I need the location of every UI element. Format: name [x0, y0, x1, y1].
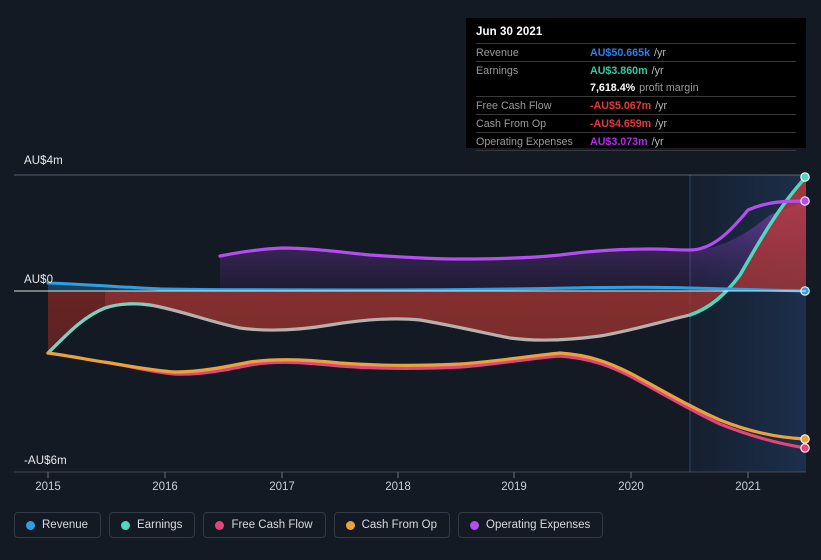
- y-axis-label-top: AU$4m: [24, 155, 63, 167]
- x-axis-label-2021: 2021: [735, 481, 761, 493]
- tooltip-value-free-cash-flow: -AU$5.067m: [590, 99, 652, 112]
- y-axis-label-bottom: -AU$6m: [24, 455, 67, 467]
- endpoint-operating-expenses: [800, 196, 810, 206]
- data-tooltip: Jun 30 2021 Revenue AU$50.665k /yr Earni…: [466, 18, 806, 151]
- tooltip-row-earnings: Earnings AU$3.860m /yr: [476, 61, 796, 79]
- legend-label-operating-expenses: Operating Expenses: [486, 519, 591, 531]
- legend-dot-icon-cash-from-op: [345, 520, 355, 530]
- x-axis-label-2019: 2019: [501, 481, 527, 493]
- financial-chart: AU$4m AU$0 -AU$6m 2015 2016 2017 2018 20…: [0, 0, 821, 560]
- legend-item-free-cash-flow[interactable]: Free Cash Flow: [203, 512, 326, 538]
- legend-dot-icon-earnings: [121, 520, 131, 530]
- tooltip-label-cash-from-op: Cash From Op: [476, 117, 547, 130]
- tooltip-label-free-cash-flow: Free Cash Flow: [476, 99, 552, 112]
- tooltip-row-revenue: Revenue AU$50.665k /yr: [476, 43, 796, 61]
- tooltip-date: Jun 30 2021: [476, 26, 543, 38]
- chart-legend: Revenue Earnings Free Cash Flow Cash Fro…: [14, 512, 604, 538]
- x-axis-labels: 2015 2016 2017 2018 2019 2020 2021: [0, 481, 821, 499]
- tooltip-value-profit-margin: 7,618.4%: [590, 81, 636, 94]
- x-axis-label-2016: 2016: [152, 481, 178, 493]
- legend-label-free-cash-flow: Free Cash Flow: [231, 519, 313, 531]
- legend-item-operating-expenses[interactable]: Operating Expenses: [458, 512, 604, 538]
- tooltip-value-earnings: AU$3.860m: [590, 64, 648, 77]
- legend-item-earnings[interactable]: Earnings: [109, 512, 196, 538]
- tooltip-value-revenue: AU$50.665k: [590, 46, 651, 59]
- endpoint-earnings: [800, 172, 810, 182]
- legend-label-revenue: Revenue: [42, 519, 89, 531]
- endpoint-cash-from-op: [800, 434, 810, 444]
- tooltip-unit-operating-expenses: /yr: [651, 135, 664, 148]
- tooltip-unit-cash-from-op: /yr: [655, 117, 668, 130]
- legend-item-revenue[interactable]: Revenue: [14, 512, 102, 538]
- tooltip-row-cash-from-op: Cash From Op -AU$4.659m /yr: [476, 114, 796, 132]
- tooltip-label-earnings: Earnings: [476, 64, 519, 77]
- tooltip-row-operating-expenses: Operating Expenses AU$3.073m /yr: [476, 132, 796, 151]
- x-axis-label-2020: 2020: [618, 481, 644, 493]
- x-axis-label-2018: 2018: [385, 481, 411, 493]
- legend-label-earnings: Earnings: [137, 519, 183, 531]
- tooltip-value-cash-from-op: -AU$4.659m: [590, 117, 652, 130]
- y-axis-label-mid: AU$0: [24, 274, 54, 286]
- tooltip-unit-revenue: /yr: [654, 46, 666, 59]
- legend-label-cash-from-op: Cash From Op: [361, 519, 438, 531]
- legend-dot-icon-free-cash-flow: [215, 520, 225, 530]
- tooltip-row-profit-margin: 7,618.4% profit margin: [476, 79, 796, 96]
- legend-dot-icon-operating-expenses: [470, 520, 480, 530]
- tooltip-row-free-cash-flow: Free Cash Flow -AU$5.067m /yr: [476, 96, 796, 114]
- tooltip-label-revenue: Revenue: [476, 46, 519, 59]
- tooltip-unit-free-cash-flow: /yr: [655, 99, 668, 112]
- tooltip-note-profit-margin: profit margin: [639, 81, 699, 94]
- x-axis-label-2017: 2017: [269, 481, 295, 493]
- endpoint-free-cash-flow: [800, 443, 810, 453]
- tooltip-label-operating-expenses: Operating Expenses: [476, 135, 573, 148]
- tooltip-unit-earnings: /yr: [651, 64, 664, 77]
- x-axis-label-2015: 2015: [35, 481, 61, 493]
- tooltip-value-operating-expenses: AU$3.073m: [590, 135, 648, 148]
- legend-item-cash-from-op[interactable]: Cash From Op: [333, 512, 451, 538]
- legend-dot-icon-revenue: [26, 520, 35, 530]
